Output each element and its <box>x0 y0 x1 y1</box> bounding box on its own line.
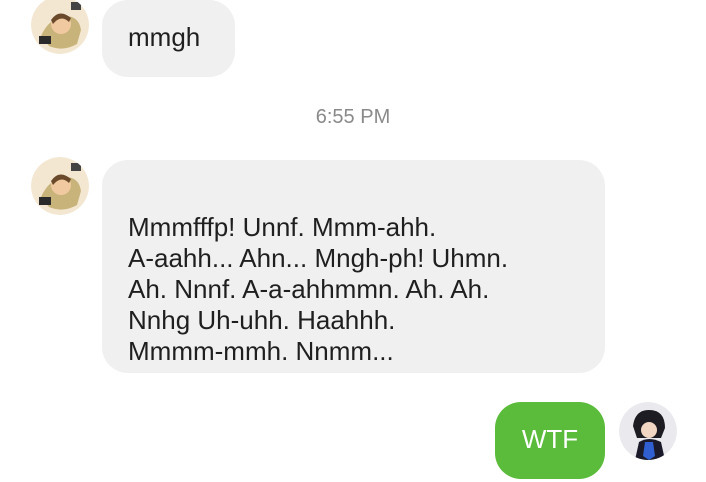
message-bubble[interactable]: mmgh <box>102 0 235 77</box>
message-bubble[interactable]: Mmmfffp! Unnf. Mmm-ahh. A-aahh... Ahn...… <box>102 160 605 373</box>
message-bubble-outgoing[interactable]: WTF <box>495 402 605 479</box>
message-text: Mmmfffp! Unnf. Mmm-ahh. A-aahh... Ahn...… <box>128 212 509 366</box>
contact-avatar-icon <box>31 157 89 215</box>
contact-avatar[interactable] <box>31 157 89 215</box>
message-text: WTF <box>521 424 579 454</box>
message-timestamp: 6:55 PM <box>315 106 391 128</box>
contact-avatar-icon <box>31 0 89 54</box>
contact-avatar[interactable] <box>31 0 89 54</box>
user-avatar[interactable] <box>619 402 677 460</box>
message-text: mmgh <box>128 22 201 52</box>
user-avatar-icon <box>619 402 677 460</box>
